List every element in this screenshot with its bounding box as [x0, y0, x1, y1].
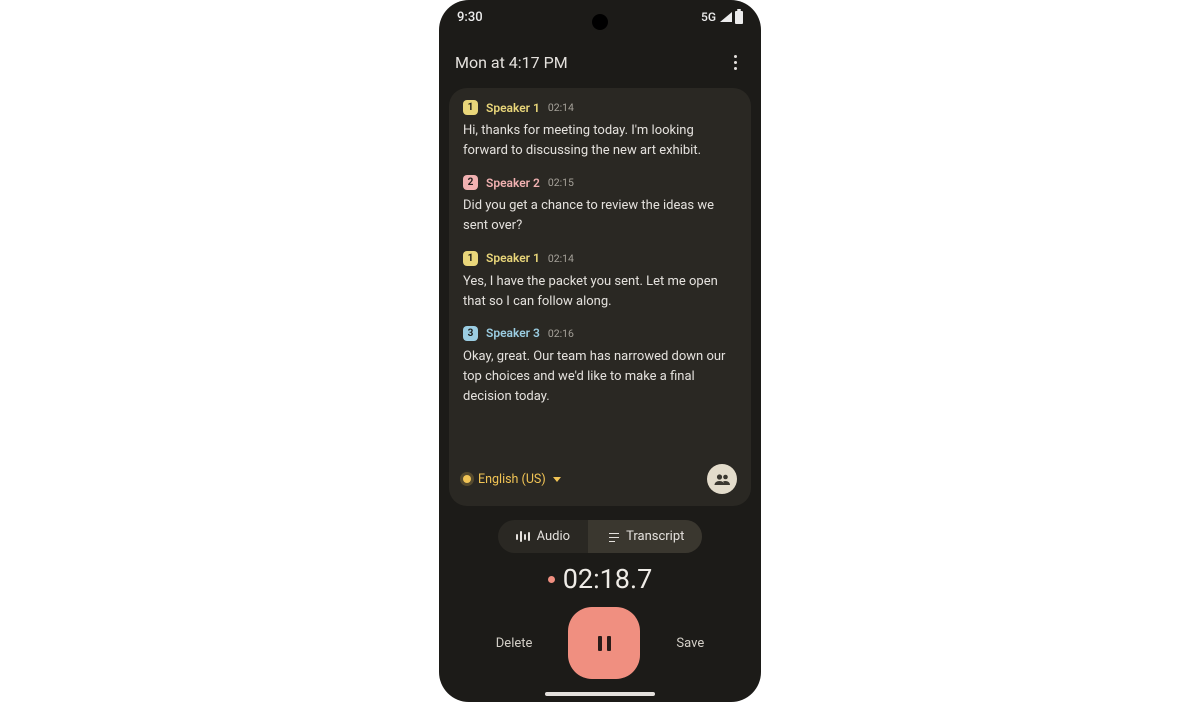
- front-camera-hole: [592, 14, 608, 30]
- elapsed-time: 02:18.7: [563, 563, 653, 595]
- more-options-button[interactable]: [725, 52, 745, 72]
- people-icon: [714, 474, 731, 485]
- entry-timestamp: 02:16: [548, 327, 574, 340]
- recording-title: Mon at 4:17 PM: [455, 53, 568, 72]
- speaker-name: Speaker 2: [486, 176, 540, 190]
- entry-timestamp: 02:14: [548, 252, 574, 265]
- status-clock: 9:30: [457, 10, 483, 25]
- speakers-button[interactable]: [707, 464, 737, 494]
- tab-audio-label: Audio: [537, 529, 570, 544]
- status-network-label: 5G: [701, 10, 716, 24]
- tab-audio[interactable]: Audio: [498, 520, 588, 553]
- waveform-icon: [516, 531, 530, 542]
- entry-header: 3 Speaker 3 02:16: [463, 326, 737, 341]
- view-toggle: Audio Transcript: [498, 520, 703, 553]
- entry-header: 1 Speaker 1 02:14: [463, 100, 737, 115]
- status-right: 5G: [701, 10, 743, 24]
- speaker-badge: 2: [463, 175, 478, 190]
- save-button[interactable]: Save: [676, 636, 704, 651]
- recorder-controls: Audio Transcript 02:18.7 Delete Save: [439, 506, 761, 702]
- entry-timestamp: 02:14: [548, 101, 574, 114]
- tab-transcript[interactable]: Transcript: [588, 520, 702, 553]
- speaker-name: Speaker 3: [486, 326, 540, 340]
- entry-text: Okay, great. Our team has narrowed down …: [463, 347, 737, 407]
- language-label: English (US): [478, 472, 546, 487]
- speaker-name: Speaker 1: [486, 251, 540, 265]
- transcript-entry[interactable]: 3 Speaker 3 02:16 Okay, great. Our team has…: [463, 326, 737, 407]
- battery-icon: [735, 11, 743, 24]
- entry-text: Hi, thanks for meeting today. I'm lookin…: [463, 121, 737, 161]
- action-row: Delete Save: [496, 607, 704, 679]
- tab-transcript-label: Transcript: [626, 529, 684, 544]
- recording-dot-icon: [548, 576, 555, 583]
- speaker-badge: 3: [463, 326, 478, 341]
- speaker-name: Speaker 1: [486, 101, 540, 115]
- transcript-entry[interactable]: 1 Speaker 1 02:14 Yes, I have the packet yo…: [463, 251, 737, 312]
- transcript-footer: English (US): [463, 464, 737, 494]
- chevron-down-icon: [553, 477, 561, 482]
- entry-header: 1 Speaker 1 02:14: [463, 251, 737, 266]
- transcript-list: 1 Speaker 1 02:14 Hi, thanks for meeting to…: [463, 100, 737, 407]
- speaker-badge: 1: [463, 251, 478, 266]
- pause-icon: [598, 636, 611, 651]
- language-selector[interactable]: English (US): [463, 472, 561, 487]
- transcript-entry[interactable]: 2 Speaker 2 02:15 Did you get a chance to r…: [463, 175, 737, 236]
- entry-text: Did you get a chance to review the ideas…: [463, 196, 737, 236]
- transcript-icon: [606, 532, 619, 542]
- timer: 02:18.7: [548, 563, 653, 595]
- delete-button[interactable]: Delete: [496, 636, 533, 651]
- signal-icon: [720, 12, 732, 22]
- entry-header: 2 Speaker 2 02:15: [463, 175, 737, 190]
- speaker-badge: 1: [463, 100, 478, 115]
- transcript-card: 1 Speaker 1 02:14 Hi, thanks for meeting to…: [449, 88, 751, 506]
- gesture-nav-bar[interactable]: [545, 692, 655, 696]
- language-dot-icon: [463, 475, 471, 483]
- transcript-entry[interactable]: 1 Speaker 1 02:14 Hi, thanks for meeting to…: [463, 100, 737, 161]
- entry-timestamp: 02:15: [548, 176, 574, 189]
- toolbar: Mon at 4:17 PM: [439, 40, 761, 84]
- phone-frame: 9:30 5G Mon at 4:17 PM 1 Speaker 1 02:14 Hi…: [439, 0, 761, 702]
- entry-text: Yes, I have the packet you sent. Let me …: [463, 272, 737, 312]
- pause-button[interactable]: [568, 607, 640, 679]
